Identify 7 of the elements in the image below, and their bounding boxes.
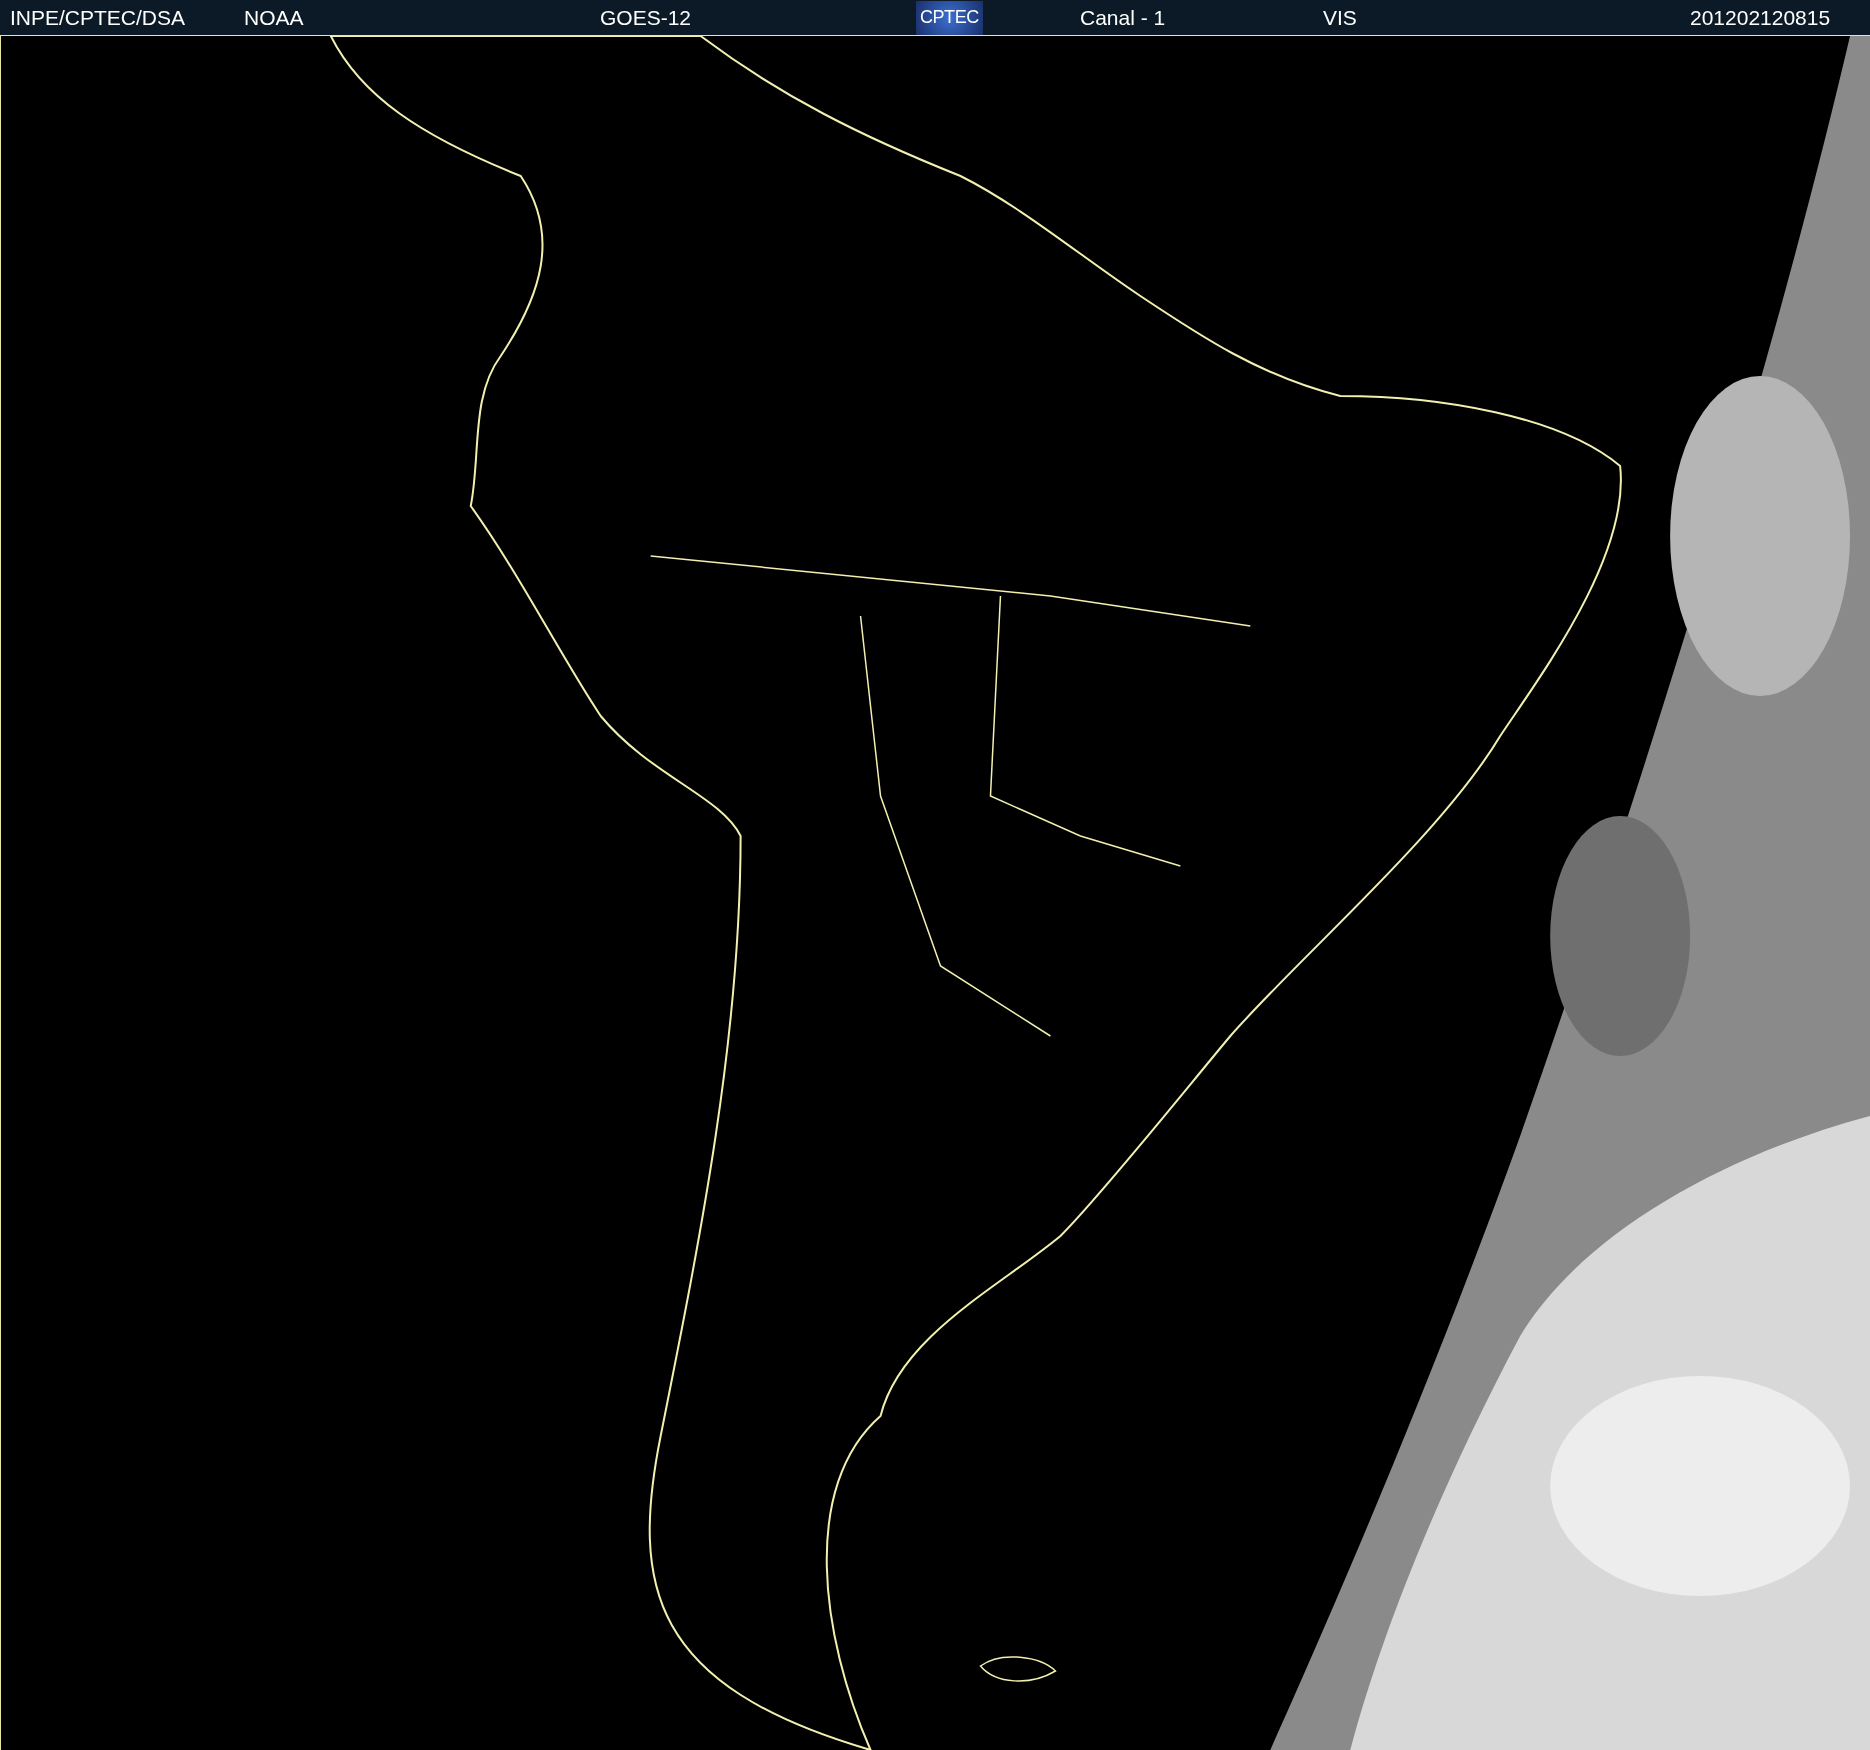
header-label: INPE/CPTEC/DSA — [10, 4, 186, 31]
logo: CPTEC — [916, 0, 983, 35]
header-label: Canal - 1 — [1080, 4, 1166, 31]
header-label: GOES-12 — [600, 4, 692, 31]
header-label: 201202120815 — [1690, 4, 1831, 31]
header-label: NOAA — [244, 4, 304, 31]
header-label: VIS — [1323, 4, 1357, 31]
